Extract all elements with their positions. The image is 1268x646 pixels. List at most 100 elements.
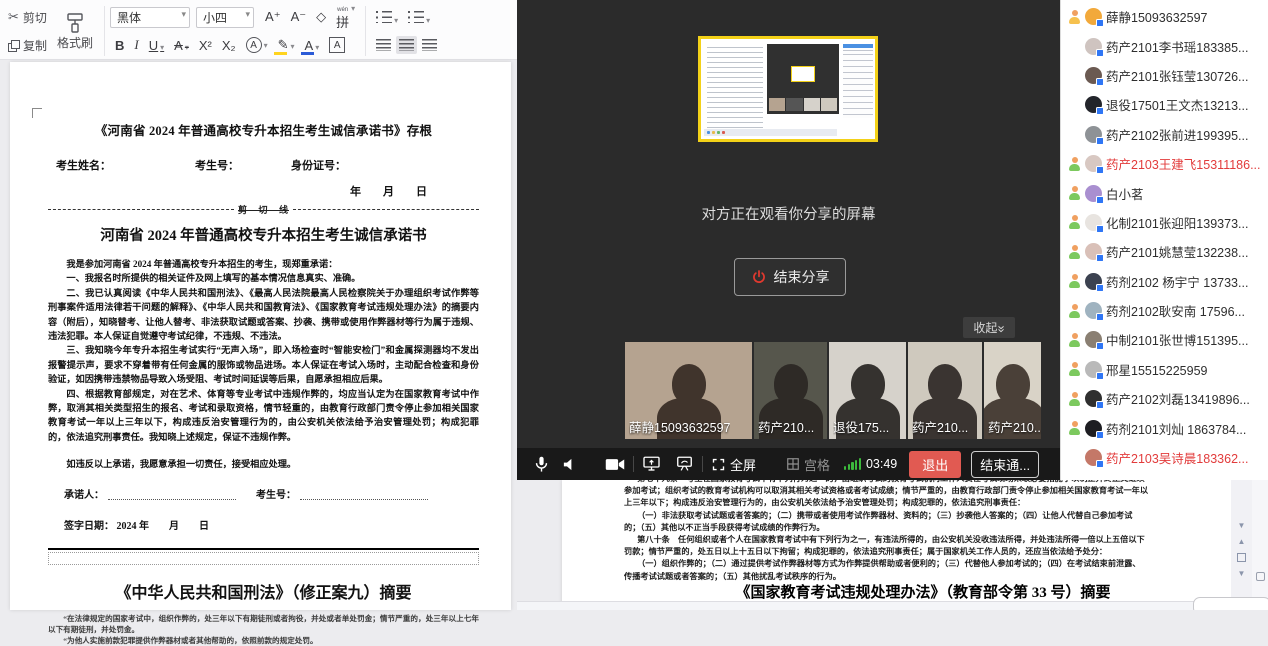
document-line: 传播考试试题或者答案的；（五）其他扰乱考试秩序的行为。	[624, 571, 1222, 583]
video-thumbnail[interactable]: 薛静15093632597	[625, 342, 752, 439]
char-border-button[interactable]: A	[324, 37, 350, 53]
participant-row[interactable]: 药产2103王建飞15311186...	[1061, 149, 1268, 178]
participant-row[interactable]: 药产2101张钰莹130726...	[1061, 61, 1268, 90]
cut-button[interactable]: ✂ 剪切	[4, 8, 51, 27]
bold-button[interactable]: B	[110, 38, 129, 53]
grow-font-button[interactable]: A⁺	[260, 9, 286, 25]
next-page-icon[interactable]: ▼	[1238, 571, 1246, 576]
eraser-button[interactable]: ◇	[311, 9, 331, 25]
bullet-list-button[interactable]	[371, 10, 403, 25]
fullscreen-icon	[711, 457, 726, 472]
exit-button[interactable]: 退出	[909, 451, 961, 478]
italic-button[interactable]: I	[129, 37, 143, 53]
device-badge-icon	[1096, 284, 1104, 292]
participant-name: 药产2103王建飞15311186...	[1106, 154, 1261, 173]
document-page-1: 《河南省 2024 年普通高校专升本招生考生诚信承诺书》存根 考生姓名： 考生号…	[10, 62, 511, 610]
nav-down-icon[interactable]: ▼	[1238, 522, 1246, 530]
participant-row[interactable]: 邢星15515225959	[1061, 355, 1268, 384]
device-badge-icon	[1096, 342, 1104, 350]
participant-row[interactable]: 化制2101张迎阳139373...	[1061, 208, 1268, 237]
member-status-icon	[1068, 10, 1081, 24]
subscript-button[interactable]: X₂	[217, 38, 241, 53]
prev-page-icon[interactable]: ▲	[1238, 539, 1246, 544]
fullscreen-button[interactable]: 全屏	[711, 455, 756, 474]
font-size-select[interactable]: 小四	[196, 7, 254, 28]
highlight-pen-icon: ✎	[278, 37, 289, 53]
participant-name: 药产2101李书瑶183385...	[1106, 37, 1248, 56]
video-thumbnail[interactable]: 退役175...	[829, 342, 906, 439]
shrink-font-button[interactable]: A⁻	[286, 9, 312, 25]
end-call-button[interactable]: 结束通...	[971, 451, 1039, 478]
camera-button[interactable]	[605, 457, 625, 472]
collapse-video-strip-button[interactable]: 收起 »	[963, 317, 1015, 338]
signal-bars-icon	[844, 458, 861, 470]
screen-share-button[interactable]	[642, 455, 661, 473]
video-name-label: 药产210...	[988, 417, 1041, 436]
speaker-button[interactable]	[562, 457, 577, 472]
page-thumb-icon[interactable]	[1237, 553, 1246, 562]
control-divider	[633, 456, 634, 472]
participant-row[interactable]: 药产2101姚慧莹132238...	[1061, 237, 1268, 266]
align-right-button[interactable]	[417, 39, 442, 51]
font-name-select[interactable]: 黑体	[110, 7, 190, 28]
video-strip: 薛静15093632597 药产210... 退役175... 药产210...…	[625, 342, 1041, 439]
participant-name: 药产2101姚慧莹132238...	[1106, 242, 1248, 261]
align-center-icon	[399, 39, 414, 51]
scissors-icon: ✂	[8, 9, 19, 25]
participant-row[interactable]: 药产2102张前进199395...	[1061, 120, 1268, 149]
video-thumbnail[interactable]: 药产210...	[754, 342, 827, 439]
whiteboard-button[interactable]	[675, 455, 694, 473]
device-badge-icon	[1096, 401, 1104, 409]
participant-name: 退役17501王文杰13213...	[1106, 95, 1248, 114]
margin-mark	[32, 108, 42, 118]
grid-view-button[interactable]: 宫格	[786, 455, 830, 474]
member-status-icon	[1068, 215, 1081, 229]
toolbar-divider	[365, 6, 366, 56]
share-preview-thumbnail[interactable]	[698, 36, 878, 142]
member-status-icon	[1068, 421, 1081, 435]
strikethrough-button[interactable]: A	[169, 38, 194, 53]
participant-row[interactable]: 退役17501王文杰13213...	[1061, 90, 1268, 119]
participant-row[interactable]: 中制2101张世博151395...	[1061, 325, 1268, 354]
field-candidate-no: 考生号：	[195, 157, 239, 173]
underline-button[interactable]: U	[144, 38, 169, 53]
highlight-color-button[interactable]: ✎	[273, 37, 300, 53]
toolbar-divider	[104, 6, 105, 56]
copy-button[interactable]: 复制	[4, 36, 51, 55]
superscript-button[interactable]: X²	[194, 38, 217, 53]
participant-row[interactable]: 药剂2102耿安南 17596...	[1061, 296, 1268, 325]
avatar	[1085, 361, 1102, 378]
end-share-button[interactable]: 结束分享	[734, 258, 846, 296]
avatar	[1085, 302, 1102, 319]
tool-dot-icon[interactable]	[1256, 572, 1265, 581]
text-effect-button[interactable]: A	[241, 37, 273, 53]
control-divider	[702, 456, 703, 472]
participant-row[interactable]: 药产2103吴诗晨183362...	[1061, 443, 1268, 472]
video-name-label: 药产210...	[912, 417, 968, 436]
numbered-list-button[interactable]	[403, 10, 435, 25]
participant-row[interactable]: 药产2102刘磊13419896...	[1061, 384, 1268, 413]
date-line: 年 月 日	[48, 183, 479, 199]
participant-row[interactable]: 药剂2101刘灿 1863784...	[1061, 413, 1268, 442]
video-thumbnail[interactable]: 药产210...	[984, 342, 1041, 439]
video-thumbnail[interactable]: 药产210...	[908, 342, 982, 439]
wps-document-window: ✂ 剪切 复制 格式刷 黑体 小四 A⁺ A⁻ ◇	[0, 0, 517, 610]
align-left-button[interactable]	[371, 39, 396, 51]
font-color-button[interactable]: A	[300, 38, 325, 53]
participant-name: 药产2102刘磊13419896...	[1106, 389, 1250, 408]
participant-name: 化制2101张迎阳139373...	[1106, 213, 1248, 232]
align-center-button[interactable]	[396, 36, 417, 54]
pinyin-guide-button[interactable]: wén 拼	[331, 4, 360, 31]
microphone-button[interactable]	[533, 455, 550, 474]
avatar	[1085, 420, 1102, 437]
avatar	[1085, 331, 1102, 348]
document-paragraph: 我是参加河南省 2024 年普通高校专升本招生的考生，现郑重承诺：	[48, 257, 479, 271]
participant-row[interactable]: 药剂2102 杨宇宁 13733...	[1061, 267, 1268, 296]
meeting-share-window: 对方正在观看你分享的屏幕 结束分享 收起 » 薛静15093632597 药产2…	[517, 0, 1060, 480]
participant-row[interactable]: 药产2101李书瑶183385...	[1061, 31, 1268, 60]
participant-row[interactable]: 薛静15093632597	[1061, 2, 1268, 31]
format-painter-button[interactable]: 格式刷	[51, 3, 99, 59]
participant-row[interactable]: 白小茗	[1061, 178, 1268, 207]
device-badge-icon	[1096, 166, 1104, 174]
field-candidate-name: 考生姓名：	[56, 157, 111, 173]
